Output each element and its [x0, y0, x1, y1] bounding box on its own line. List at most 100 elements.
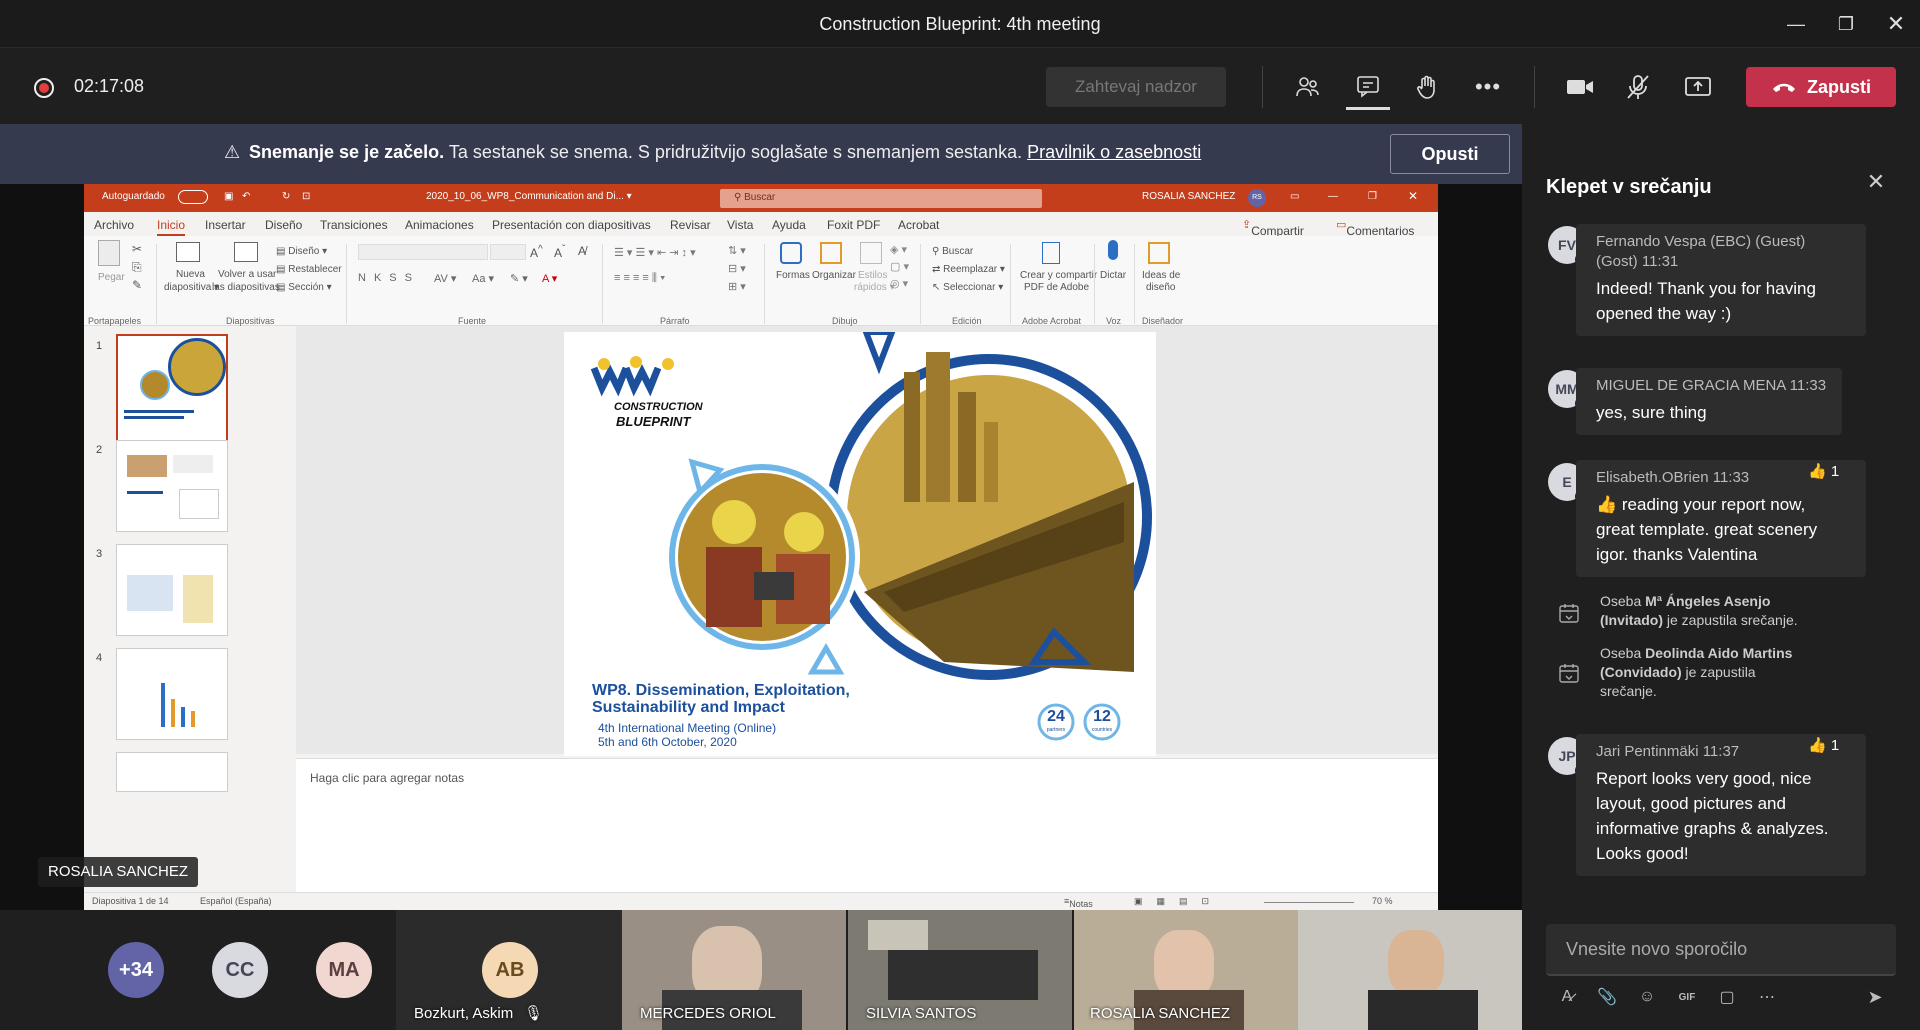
participant-tile-video[interactable]: MERCEDES ORIOL	[622, 910, 846, 1030]
notes-toggle[interactable]: ≡ Notas	[1064, 896, 1093, 909]
gif-icon[interactable]: GIF	[1672, 982, 1702, 1012]
quick-styles-icon[interactable]	[860, 242, 882, 264]
shapes-icon[interactable]	[780, 242, 802, 264]
replace-button[interactable]: ⇄ Reemplazar ▾	[932, 264, 1005, 275]
design-ideas-icon[interactable]	[1148, 242, 1170, 264]
quick-styles-label-2[interactable]: rápidos ▾	[854, 282, 895, 293]
dictate-label[interactable]: Dictar	[1100, 270, 1126, 281]
save-icon[interactable]: ▣	[224, 191, 233, 202]
new-slide-label-2[interactable]: diapositiva ▾	[164, 282, 219, 293]
zoom-level[interactable]: 70 %	[1372, 896, 1393, 906]
menu-acrobat[interactable]: Acrobat	[898, 218, 939, 232]
format-painter-icon[interactable]: ✎	[132, 278, 142, 292]
share-button[interactable]: ⇪ Compartir	[1242, 218, 1304, 238]
arrange-icon[interactable]	[820, 242, 842, 264]
chat-message[interactable]: Fernando Vespa (EBC) (Guest) (Gost) 11:3…	[1576, 224, 1866, 336]
ppt-search-box[interactable]: ⚲ Buscar	[720, 189, 1042, 208]
quick-styles-label-1[interactable]: Estilos	[858, 270, 887, 281]
reuse-slides-icon[interactable]	[234, 242, 258, 262]
request-control-button[interactable]: Zahtevaj nadzor	[1046, 67, 1226, 107]
privacy-link[interactable]: Pravilnik o zasebnosti	[1027, 142, 1201, 162]
section-button[interactable]: ▤ Sección ▾	[276, 282, 332, 293]
new-slide-icon[interactable]	[176, 242, 200, 262]
menu-archivo[interactable]: Archivo	[94, 218, 134, 232]
reuse-label-2[interactable]: las diapositivas	[212, 282, 280, 293]
ppt-restore-icon[interactable]: ❐	[1368, 191, 1377, 202]
raise-hand-icon[interactable]	[1405, 64, 1449, 110]
align-icons[interactable]: ≡ ≡ ≡ ≡ ⫼ ▾	[614, 272, 665, 285]
menu-transiciones[interactable]: Transiciones	[320, 218, 388, 232]
menu-animaciones[interactable]: Animaciones	[405, 218, 474, 232]
adobe-pdf-icon[interactable]	[1042, 242, 1060, 264]
paste-label[interactable]: Pegar	[98, 272, 125, 283]
smartart-icon[interactable]: ⊞ ▾	[728, 280, 746, 293]
select-button[interactable]: ↖ Seleccionar ▾	[932, 282, 1003, 293]
like-reaction[interactable]: 👍 1	[1808, 462, 1839, 480]
participant-tile-video[interactable]: ROSALIA SANCHEZ	[1074, 910, 1298, 1030]
more-participants[interactable]: +34	[108, 942, 164, 998]
zoom-slider[interactable]	[1264, 902, 1354, 903]
dismiss-button[interactable]: Opusti	[1390, 134, 1510, 174]
sticker-icon[interactable]: ▢	[1712, 982, 1742, 1012]
minimize-icon[interactable]: —	[1768, 0, 1824, 48]
more-options-icon[interactable]: ⋯	[1752, 982, 1782, 1012]
change-case-icon[interactable]: Aa ▾	[472, 272, 494, 285]
chat-icon[interactable]	[1346, 64, 1390, 110]
new-slide-label-1[interactable]: Nueva	[176, 269, 205, 280]
reuse-label-1[interactable]: Volver a usar	[218, 269, 276, 280]
mic-muted-icon[interactable]	[1616, 64, 1660, 110]
font-style-buttons[interactable]: NKSS	[358, 272, 420, 284]
layout-button[interactable]: ▤ Diseño ▾	[276, 246, 327, 257]
shrink-font-icon[interactable]: Aˇ	[554, 244, 565, 260]
ppt-user-avatar[interactable]: RS	[1248, 189, 1266, 207]
participants-icon[interactable]	[1286, 64, 1330, 110]
menu-inicio[interactable]: Inicio	[157, 218, 186, 236]
bullets-icon[interactable]: ☰ ▾ ☰ ▾ ⇤ ⇥ ↕ ▾	[614, 246, 696, 259]
comments-button[interactable]: ▭ Comentarios	[1336, 218, 1414, 238]
menu-insertar[interactable]: Insertar	[205, 218, 246, 232]
close-icon[interactable]: ✕	[1868, 0, 1920, 48]
compose-box[interactable]: Vnesite novo sporočilo	[1546, 924, 1896, 976]
more-icon[interactable]: •••	[1466, 64, 1510, 110]
participant-tile-video[interactable]: SILVIA SANTOS	[848, 910, 1072, 1030]
restore-icon[interactable]: ❐	[1818, 0, 1874, 48]
highlight-icon[interactable]: ✎ ▾	[510, 272, 528, 285]
font-color-icon[interactable]: A ▾	[542, 272, 557, 285]
slide-thumb-5[interactable]	[116, 752, 228, 792]
menu-revisar[interactable]: Revisar	[670, 218, 711, 232]
camera-icon[interactable]	[1558, 64, 1602, 110]
view-buttons[interactable]: ▣▦▤⊡	[1134, 896, 1223, 907]
share-icon[interactable]	[1676, 64, 1720, 110]
menu-vista[interactable]: Vista	[727, 218, 753, 232]
menu-ayuda[interactable]: Ayuda	[772, 218, 806, 232]
design-ideas-label-2[interactable]: diseño	[1146, 282, 1175, 293]
ribbon-display-icon[interactable]: ▭	[1290, 191, 1299, 202]
font-size-select[interactable]	[490, 244, 526, 260]
send-icon[interactable]: ➤	[1860, 982, 1890, 1012]
adobe-label-2[interactable]: PDF de Adobe	[1024, 282, 1089, 293]
slide-thumb-2[interactable]	[116, 440, 228, 532]
attach-icon[interactable]: 📎	[1592, 982, 1622, 1012]
char-spacing-icon[interactable]: AV ▾	[434, 272, 456, 285]
present-icon[interactable]: ⊡	[302, 191, 310, 202]
design-ideas-label-1[interactable]: Ideas de	[1142, 270, 1180, 281]
emoji-icon[interactable]: ☺	[1632, 982, 1662, 1012]
notes-pane[interactable]: Haga clic para agregar notas	[296, 758, 1438, 892]
format-icon[interactable]: A̷	[1552, 982, 1582, 1012]
copy-icon[interactable]: ⎘	[132, 260, 142, 275]
slide-thumb-3[interactable]	[116, 544, 228, 636]
leave-button[interactable]: Zapusti	[1746, 67, 1896, 107]
avatar[interactable]: MA	[316, 942, 372, 998]
chat-message[interactable]: Jari Pentinmäki 11:37 Report looks very …	[1576, 734, 1866, 876]
dictate-icon[interactable]	[1108, 240, 1118, 260]
slide-thumb-1[interactable]	[116, 334, 228, 442]
current-slide[interactable]: CONSTRUCTION BLUEPRINT WP8. Disseminatio…	[564, 332, 1156, 756]
redo-icon[interactable]: ↻	[282, 191, 290, 202]
font-family-select[interactable]	[358, 244, 488, 260]
clear-format-icon[interactable]: A̸	[578, 244, 586, 258]
ppt-minimize-icon[interactable]: —	[1328, 191, 1338, 202]
undo-icon[interactable]: ↶	[242, 191, 250, 202]
cut-icon[interactable]: ✂	[132, 242, 142, 256]
paste-icon[interactable]	[98, 240, 120, 266]
slide-thumb-4[interactable]	[116, 648, 228, 740]
